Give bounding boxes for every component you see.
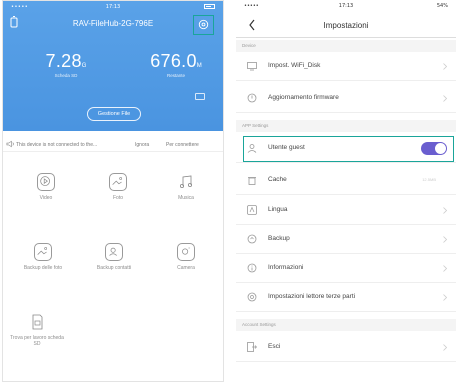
- grid-item-music[interactable]: Musica: [158, 173, 214, 201]
- row-cache[interactable]: Cache 12.5MB: [236, 166, 456, 195]
- remaining-value: 676.0: [150, 51, 197, 71]
- cache-size: 12.5MB: [422, 177, 436, 182]
- grid-label-camera: Camera: [177, 265, 195, 271]
- row-label-third-party: Impostazioni lettore terze parti: [268, 293, 356, 300]
- manage-files-button[interactable]: Gestione File: [87, 107, 141, 121]
- remaining-label: Restante: [166, 73, 185, 78]
- gear-icon: [198, 19, 209, 30]
- grid-item-photo-backup[interactable]: Backup delle foto: [15, 243, 71, 271]
- screen-icon[interactable]: [195, 93, 205, 100]
- trash-icon: [248, 177, 256, 185]
- row-label-info: Informazioni: [268, 264, 304, 271]
- device-header: ••••• 17:13 RAV-FileHub-2G-796E 7.28G Sc…: [3, 1, 223, 131]
- wifi-disk-icon: [247, 62, 257, 71]
- row-info[interactable]: Informazioni: [236, 254, 456, 283]
- sd-value: 7.28: [45, 51, 82, 71]
- status-bar-right: ••••• 17:13 54%: [236, 2, 456, 12]
- exit-icon: [247, 342, 257, 352]
- language-icon: [247, 205, 257, 215]
- sd-unit: G: [81, 63, 87, 69]
- info-icon: [247, 263, 257, 273]
- row-label-wifi: Impost. WiFi_Disk: [268, 62, 321, 69]
- grid-item-video[interactable]: Video: [18, 173, 74, 201]
- connection-notice: This device is not connected to the... I…: [3, 138, 223, 152]
- chevron-right-icon: [443, 294, 447, 301]
- sd-storage-stat: 7.28G Scheda SD: [41, 51, 91, 78]
- camera-icon: [177, 243, 195, 261]
- section-device: Device: [236, 40, 456, 52]
- player-icon: [247, 292, 257, 302]
- nav-bar: Impostazioni: [236, 12, 456, 38]
- photo-icon: [109, 173, 127, 191]
- chevron-right-icon: [443, 265, 447, 272]
- guest-user-highlight: [243, 136, 454, 162]
- toggle-knob: [435, 143, 446, 154]
- grid-label-contacts-backup: Backup contatti: [96, 265, 132, 271]
- row-wifi-settings[interactable]: Impost. WiFi_Disk: [236, 52, 456, 81]
- battery-level: 54%: [436, 3, 448, 9]
- notice-text: This device is not connected to the...: [16, 142, 98, 148]
- update-icon: [247, 93, 257, 103]
- row-exit[interactable]: Esci: [236, 333, 456, 362]
- grid-label-photo-backup: Backup delle foto: [23, 265, 63, 271]
- contacts-backup-icon: [105, 243, 123, 261]
- photo-backup-icon: [34, 243, 52, 261]
- grid-label-music: Musica: [178, 195, 194, 201]
- guest-toggle[interactable]: [421, 142, 447, 155]
- section-account-settings: Account Settings: [236, 319, 456, 331]
- row-label-language: Lingua: [268, 206, 288, 213]
- music-icon: [177, 173, 195, 191]
- sd-icon: [28, 313, 46, 331]
- chevron-right-icon: [443, 344, 447, 351]
- row-label-backup: Backup: [268, 235, 290, 242]
- grid-item-photo[interactable]: Foto: [90, 173, 146, 201]
- status-time-right: 17:13: [338, 3, 354, 9]
- row-firmware-update[interactable]: Aggiornamento firmware: [236, 84, 456, 113]
- grid-label-photo: Foto: [112, 195, 123, 201]
- row-third-party-player[interactable]: Impostazioni lettore terze parti: [236, 283, 456, 312]
- home-screen: ••••• 17:13 RAV-FileHub-2G-796E 7.28G Sc…: [2, 0, 224, 382]
- battery-icon: [204, 4, 215, 10]
- settings-screen: ••••• 17:13 54% Impostazioni Device Impo…: [236, 0, 456, 382]
- chevron-right-icon: [443, 236, 447, 243]
- status-time: 17:13: [105, 4, 121, 10]
- chevron-right-icon: [443, 207, 447, 214]
- grid-item-contacts-backup[interactable]: Backup contatti: [86, 243, 142, 271]
- row-label-exit: Esci: [268, 343, 281, 350]
- grid-item-sd[interactable]: Trova per lavoro scheda SD: [9, 313, 65, 347]
- play-icon: [37, 173, 55, 191]
- grid-item-camera[interactable]: Camera: [158, 243, 214, 271]
- remaining-storage-stat: 676.0M Restante: [141, 51, 211, 78]
- speaker-icon: [6, 140, 14, 148]
- backup-icon: [247, 234, 257, 244]
- row-label-cache: Cache: [268, 176, 287, 183]
- section-app-settings: APP Settings: [236, 120, 456, 132]
- chevron-right-icon: [443, 63, 447, 70]
- grid-label-sd: Trova per lavoro scheda SD: [10, 335, 64, 347]
- remaining-unit: M: [196, 63, 202, 69]
- row-backup[interactable]: Backup: [236, 225, 456, 254]
- sd-label: Scheda SD: [54, 73, 78, 78]
- page-title: Impostazioni: [323, 21, 369, 30]
- connect-link[interactable]: Per connettere: [166, 142, 199, 148]
- device-name: RAV-FileHub-2G-796E: [72, 19, 154, 28]
- row-label-firmware: Aggiornamento firmware: [268, 94, 339, 101]
- status-bar: ••••• 17:13: [3, 3, 223, 13]
- grid-label-video: Video: [39, 195, 53, 201]
- ignore-link[interactable]: Ignora: [135, 142, 149, 148]
- row-language[interactable]: Lingua: [236, 196, 456, 225]
- chevron-right-icon: [443, 95, 447, 102]
- settings-button[interactable]: [193, 15, 214, 35]
